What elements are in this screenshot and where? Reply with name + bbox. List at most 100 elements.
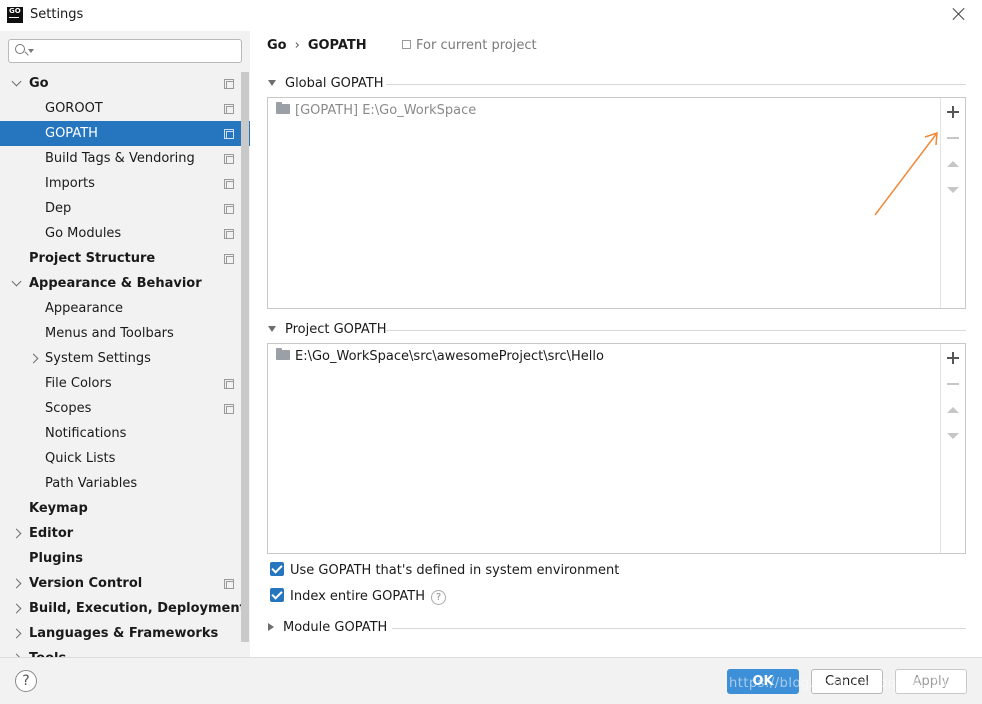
module-gopath-header[interactable]: Module GOPATH bbox=[268, 620, 387, 635]
global-gopath-list: [GOPATH] E:\Go_WorkSpace bbox=[267, 97, 966, 309]
sidebar-item-label: Project Structure bbox=[29, 251, 156, 266]
chevron-down-icon[interactable] bbox=[11, 76, 22, 87]
move-up-icon[interactable] bbox=[947, 404, 959, 416]
sidebar-item-gopath[interactable]: GOPATH bbox=[0, 121, 250, 146]
sidebar-item-project-structure[interactable]: Project Structure bbox=[0, 246, 250, 271]
scope-note-label: For current project bbox=[416, 38, 537, 53]
index-entire-gopath-label[interactable]: Index entire GOPATH bbox=[290, 589, 425, 604]
sidebar-item-imports[interactable]: Imports bbox=[0, 171, 250, 196]
add-icon[interactable] bbox=[947, 352, 959, 364]
remove-icon[interactable] bbox=[947, 378, 959, 390]
title-bar: GO Settings bbox=[0, 0, 982, 31]
sidebar-item-scopes[interactable]: Scopes bbox=[0, 396, 250, 421]
sidebar-item-appearance[interactable]: Appearance bbox=[0, 296, 250, 321]
help-button[interactable]: ? bbox=[15, 670, 37, 692]
search-input[interactable] bbox=[37, 42, 237, 60]
use-system-gopath-checkbox[interactable] bbox=[270, 562, 284, 576]
sidebar-item-goroot[interactable]: GOROOT bbox=[0, 96, 250, 121]
sidebar-item-version-control[interactable]: Version Control bbox=[0, 571, 250, 596]
chevron-right-icon[interactable] bbox=[11, 578, 22, 589]
sidebar-item-label: Go bbox=[29, 76, 49, 91]
sidebar-item-dep[interactable]: Dep bbox=[0, 196, 250, 221]
sidebar-item-quick-lists[interactable]: Quick Lists bbox=[0, 446, 250, 471]
move-up-icon[interactable] bbox=[947, 158, 959, 170]
sidebar-item-go[interactable]: Go bbox=[0, 71, 250, 96]
add-icon[interactable] bbox=[947, 106, 959, 118]
use-system-gopath-label[interactable]: Use GOPATH that's defined in system envi… bbox=[290, 563, 619, 578]
sidebar-scrollbar[interactable] bbox=[241, 72, 249, 642]
sidebar-item-tools[interactable]: Tools bbox=[0, 646, 250, 657]
sidebar-item-label: Scopes bbox=[45, 401, 92, 416]
move-down-icon[interactable] bbox=[947, 184, 959, 196]
sidebar-item-label: Notifications bbox=[45, 426, 127, 441]
sidebar-item-appearance-behavior[interactable]: Appearance & Behavior bbox=[0, 271, 250, 296]
project-gopath-toolbar bbox=[940, 344, 965, 553]
expand-triangle-icon[interactable] bbox=[268, 326, 276, 332]
section-divider bbox=[386, 84, 966, 85]
global-gopath-toolbar bbox=[940, 98, 965, 308]
search-field[interactable] bbox=[8, 39, 242, 63]
project-gopath-header[interactable]: Project GOPATH bbox=[268, 322, 387, 337]
breadcrumb-current: GOPATH bbox=[307, 38, 367, 53]
sidebar-item-label: Imports bbox=[45, 176, 95, 191]
project-gopath-title: Project GOPATH bbox=[285, 322, 387, 337]
project-scope-icon bbox=[224, 104, 234, 114]
list-item[interactable]: [GOPATH] E:\Go_WorkSpace bbox=[276, 101, 476, 121]
project-scope-icon bbox=[224, 79, 234, 89]
project-scope-icon bbox=[224, 379, 234, 389]
list-item[interactable]: E:\Go_WorkSpace\src\awesomeProject\src\H… bbox=[276, 347, 604, 367]
project-scope-icon bbox=[224, 129, 234, 139]
module-gopath-title: Module GOPATH bbox=[283, 620, 388, 635]
project-gopath-entry: E:\Go_WorkSpace\src\awesomeProject\src\H… bbox=[295, 349, 604, 364]
goland-logo-icon: GO bbox=[7, 7, 23, 23]
section-divider bbox=[392, 628, 966, 629]
breadcrumb: Go › GOPATH bbox=[267, 38, 367, 53]
global-gopath-header[interactable]: Global GOPATH bbox=[268, 76, 384, 91]
scope-note: For current project bbox=[402, 38, 537, 53]
project-scope-icon bbox=[224, 179, 234, 189]
expand-triangle-icon[interactable] bbox=[268, 623, 274, 631]
chevron-right-icon[interactable] bbox=[11, 628, 22, 639]
search-icon[interactable] bbox=[15, 44, 25, 54]
help-icon[interactable]: ? bbox=[430, 590, 446, 605]
sidebar-item-label: Path Variables bbox=[45, 476, 138, 491]
sidebar-item-editor[interactable]: Editor bbox=[0, 521, 250, 546]
project-gopath-list: E:\Go_WorkSpace\src\awesomeProject\src\H… bbox=[267, 343, 966, 554]
sidebar-item-build-execution-deployment[interactable]: Build, Execution, Deployment bbox=[0, 596, 250, 621]
project-scope-icon bbox=[224, 204, 234, 214]
project-scope-icon bbox=[224, 229, 234, 239]
sidebar-item-label: File Colors bbox=[45, 376, 112, 391]
sidebar-item-languages-frameworks[interactable]: Languages & Frameworks bbox=[0, 621, 250, 646]
folder-icon bbox=[276, 348, 290, 360]
settings-content: Go › GOPATH For current project Global GOP… bbox=[250, 31, 982, 657]
chevron-right-icon[interactable] bbox=[28, 353, 39, 364]
project-gopath-entries[interactable]: E:\Go_WorkSpace\src\awesomeProject\src\H… bbox=[268, 344, 940, 553]
global-gopath-entry: [GOPATH] E:\Go_WorkSpace bbox=[295, 103, 477, 118]
chevron-right-icon[interactable] bbox=[11, 528, 22, 539]
sidebar-item-plugins[interactable]: Plugins bbox=[0, 546, 250, 571]
sidebar-item-build-tags-vendoring[interactable]: Build Tags & Vendoring bbox=[0, 146, 250, 171]
chevron-right-icon[interactable] bbox=[11, 603, 22, 614]
sidebar-item-system-settings[interactable]: System Settings bbox=[0, 346, 250, 371]
chevron-down-icon[interactable] bbox=[11, 276, 22, 287]
expand-triangle-icon[interactable] bbox=[268, 80, 276, 86]
sidebar-item-notifications[interactable]: Notifications bbox=[0, 421, 250, 446]
close-icon[interactable] bbox=[950, 6, 968, 24]
sidebar-item-path-variables[interactable]: Path Variables bbox=[0, 471, 250, 496]
window-title: Settings bbox=[30, 7, 84, 22]
sidebar-item-label: Build Tags & Vendoring bbox=[45, 151, 195, 166]
sidebar-item-label: Go Modules bbox=[45, 226, 122, 241]
use-system-gopath-option[interactable]: Use GOPATH that's defined in system envi… bbox=[270, 560, 619, 578]
move-down-icon[interactable] bbox=[947, 430, 959, 442]
index-entire-gopath-option[interactable]: Index entire GOPATH? bbox=[270, 586, 446, 605]
global-gopath-entries[interactable]: [GOPATH] E:\Go_WorkSpace bbox=[268, 98, 940, 308]
sidebar-item-file-colors[interactable]: File Colors bbox=[0, 371, 250, 396]
remove-icon[interactable] bbox=[947, 132, 959, 144]
sidebar-item-go-modules[interactable]: Go Modules bbox=[0, 221, 250, 246]
breadcrumb-parent[interactable]: Go bbox=[267, 38, 287, 53]
sidebar-item-menus-and-toolbars[interactable]: Menus and Toolbars bbox=[0, 321, 250, 346]
sidebar-item-keymap[interactable]: Keymap bbox=[0, 496, 250, 521]
index-entire-gopath-checkbox[interactable] bbox=[270, 588, 284, 602]
folder-icon bbox=[276, 102, 290, 114]
chevron-down-icon[interactable] bbox=[28, 49, 34, 53]
